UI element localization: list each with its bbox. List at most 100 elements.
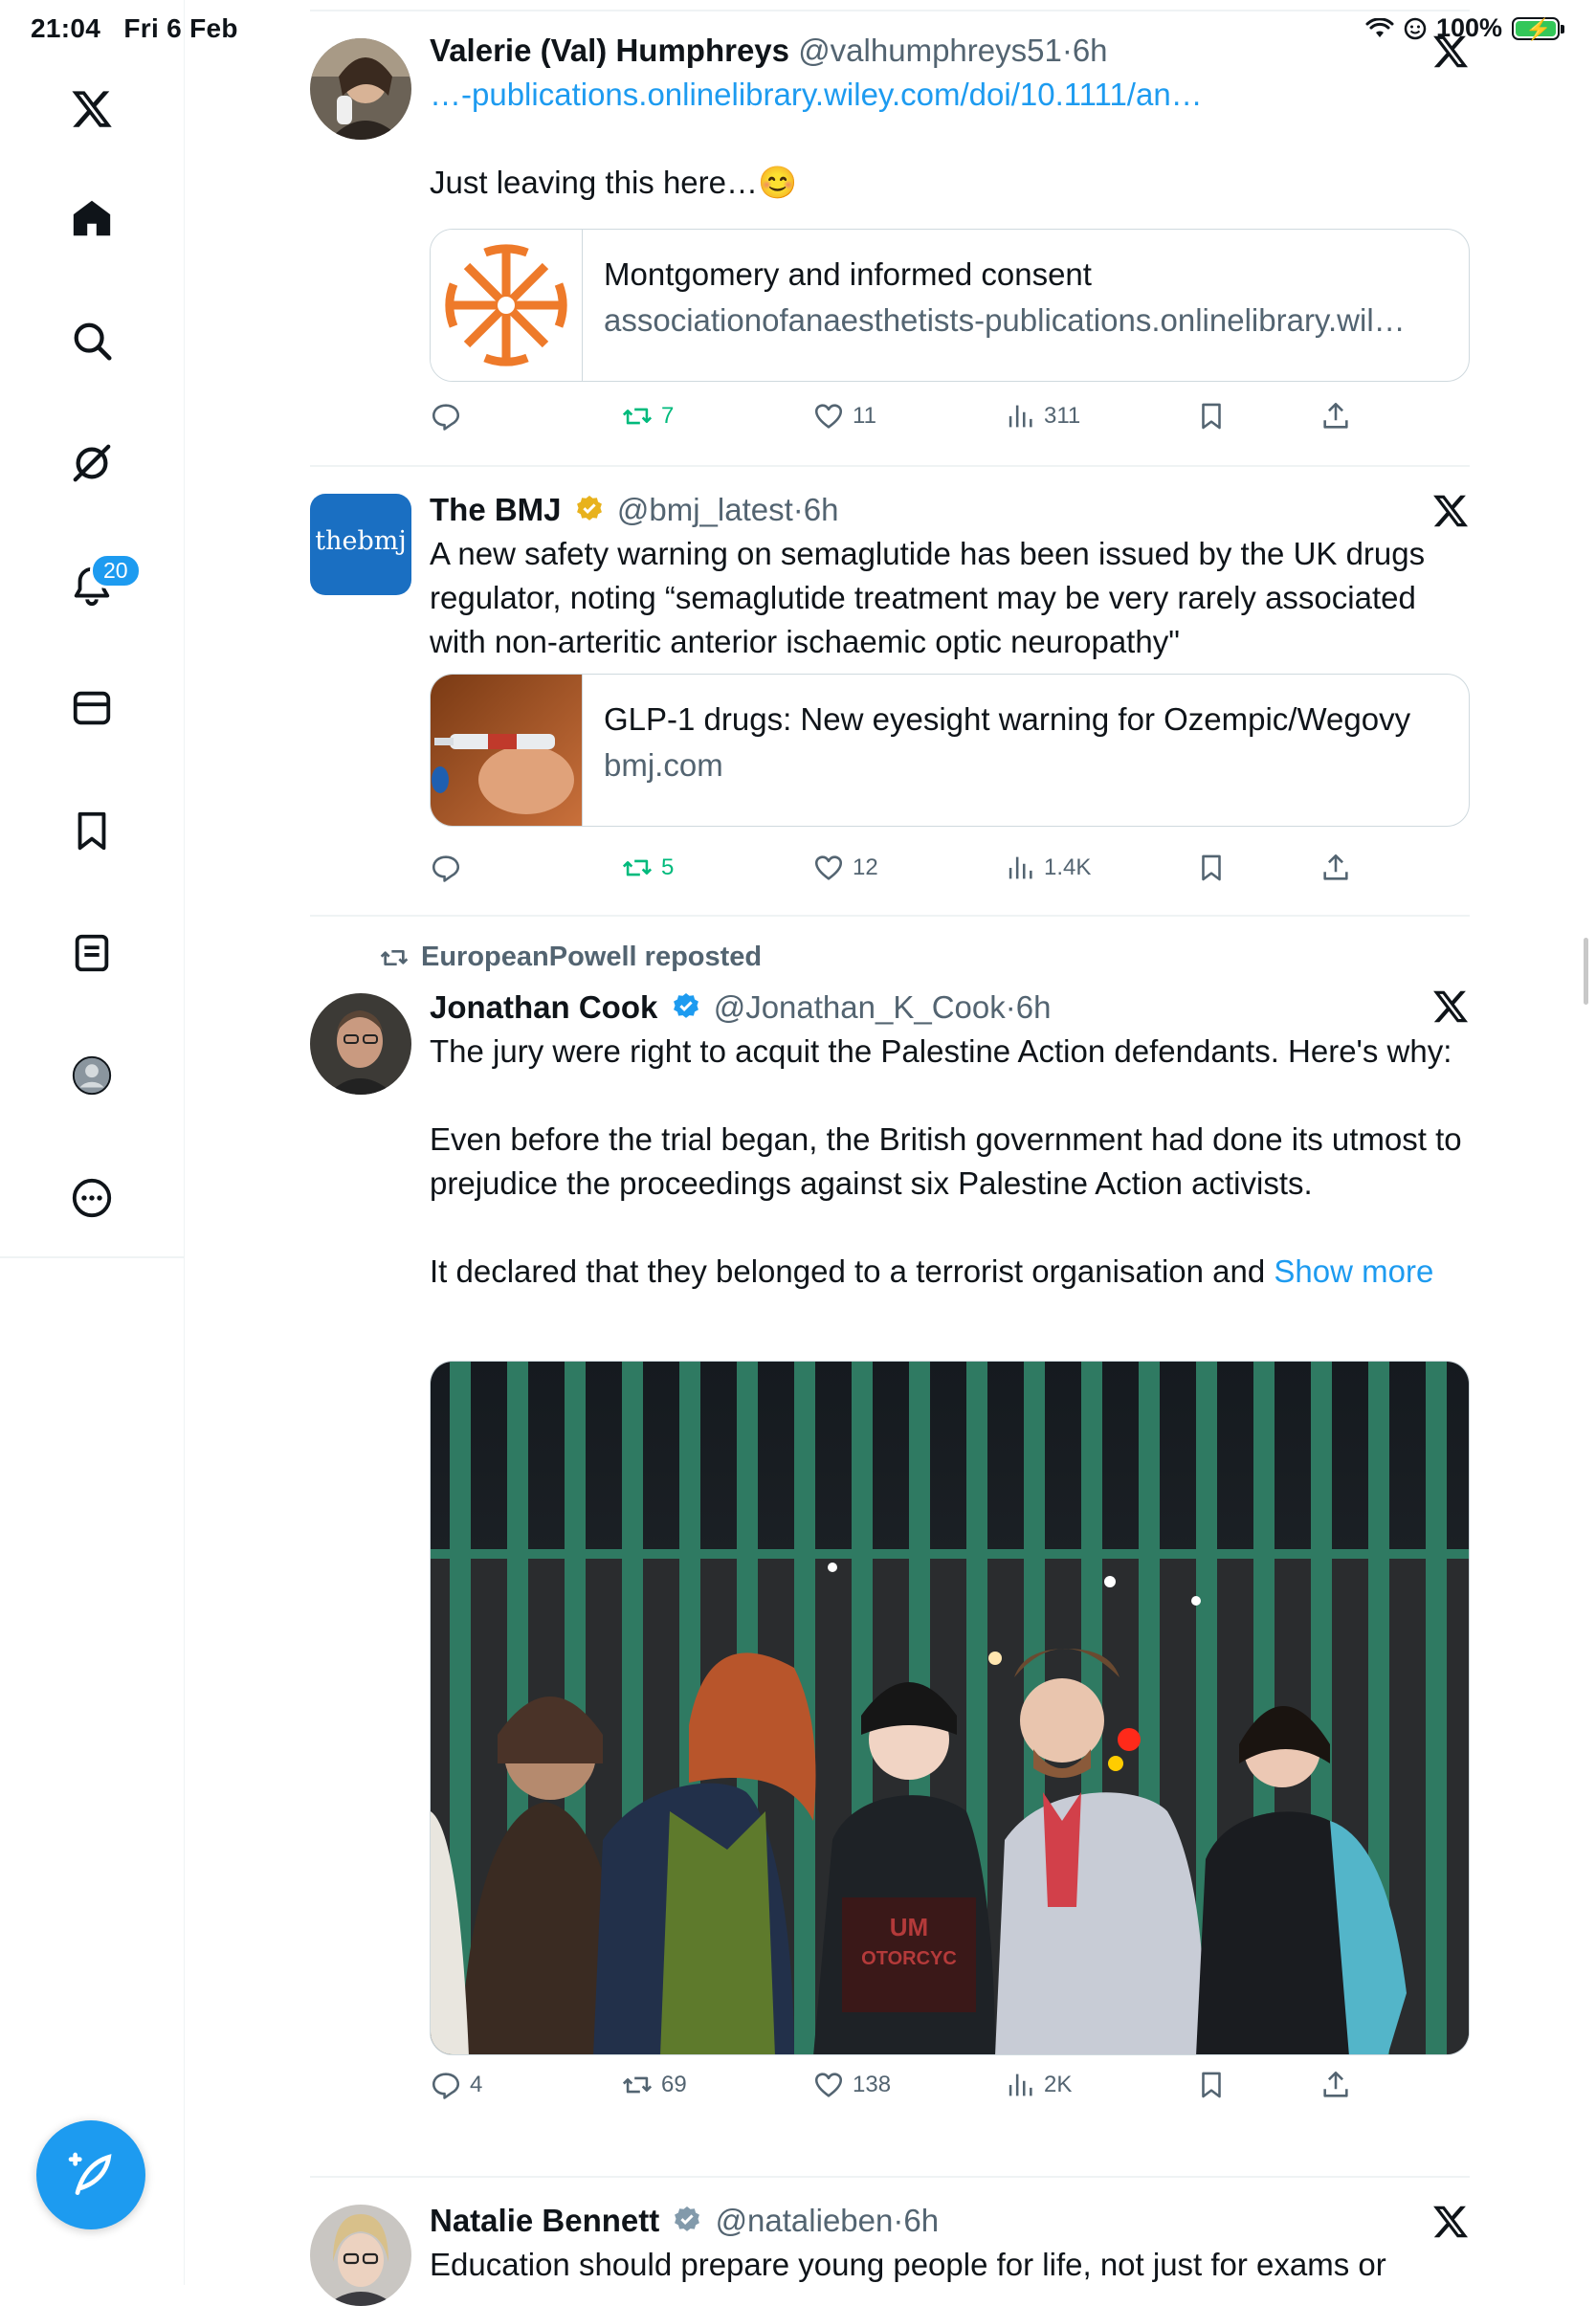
share-button[interactable] xyxy=(1319,400,1352,432)
bookmark-icon xyxy=(1202,2072,1221,2098)
bookmark-button[interactable] xyxy=(1195,852,1228,884)
heart-icon xyxy=(814,855,843,880)
grok-icon[interactable] xyxy=(63,434,121,492)
reply-icon xyxy=(432,855,460,882)
show-more-link[interactable]: Show more xyxy=(1274,1253,1433,1289)
tweet-divider xyxy=(310,10,1470,11)
card-title: Montgomery and informed consent xyxy=(604,256,1092,292)
reply-button[interactable] xyxy=(430,400,470,432)
views-button[interactable]: 1.4K xyxy=(1004,852,1091,884)
repost-context[interactable]: EuropeanPowell reposted xyxy=(379,942,762,973)
reply-icon xyxy=(432,2073,460,2099)
tweet-header: Jonathan Cook @Jonathan_K_Cook·6h xyxy=(430,989,1052,1025)
views-button[interactable]: 2K xyxy=(1004,2069,1072,2101)
card-title: GLP-1 drugs: New eyesight warning for Oz… xyxy=(604,701,1411,737)
views-icon xyxy=(1009,856,1032,879)
like-button[interactable]: 138 xyxy=(812,2069,891,2101)
share-button[interactable] xyxy=(1319,852,1352,884)
repost-icon xyxy=(622,408,653,425)
search-icon[interactable] xyxy=(63,312,121,369)
display-name[interactable]: The BMJ xyxy=(430,492,562,527)
x-icon[interactable] xyxy=(1431,33,1470,71)
tweet-actions: 4 69 138 2K xyxy=(430,2069,1470,2107)
x-icon[interactable] xyxy=(1431,492,1470,530)
sidebar-divider xyxy=(0,1256,184,1258)
reply-button[interactable]: 4 xyxy=(430,2069,482,2101)
profile-icon[interactable] xyxy=(63,1047,121,1104)
heart-icon xyxy=(814,2073,843,2097)
tweet-link[interactable]: …-publications.onlinelibrary.wiley.com/d… xyxy=(430,73,1470,117)
views-icon xyxy=(1009,405,1032,428)
card-domain: bmj.com xyxy=(604,747,723,783)
handle[interactable]: @valhumphreys51 xyxy=(798,33,1062,68)
x-icon[interactable] xyxy=(1431,2203,1470,2241)
bookmark-icon xyxy=(1202,854,1221,881)
tweet-text: Just leaving this here…😊 xyxy=(430,165,798,200)
timestamp[interactable]: 6h xyxy=(1073,33,1108,68)
home-icon[interactable] xyxy=(63,189,121,247)
card-thumbnail xyxy=(431,675,583,826)
battery-icon: ⚡ xyxy=(1512,16,1564,41)
compose-post-button[interactable] xyxy=(36,2120,145,2229)
tweet-header: The BMJ @bmj_latest·6h xyxy=(430,492,839,527)
shirt-text: UM xyxy=(890,1913,928,1941)
share-icon xyxy=(1323,402,1348,429)
display-name[interactable]: Jonathan Cook xyxy=(430,989,657,1025)
scrollbar[interactable] xyxy=(1584,938,1588,1005)
share-icon xyxy=(1323,854,1348,880)
display-name[interactable]: Valerie (Val) Humphreys xyxy=(430,33,789,68)
tweet-text: Education should prepare young people fo… xyxy=(430,2247,1386,2282)
more-icon[interactable] xyxy=(63,1169,121,1227)
timestamp[interactable]: 6h xyxy=(903,2203,939,2238)
x-icon[interactable] xyxy=(1431,987,1470,1026)
x-logo-icon[interactable] xyxy=(63,80,121,138)
lists-icon[interactable] xyxy=(63,924,121,982)
repost-button[interactable]: 7 xyxy=(621,400,674,432)
share-button[interactable] xyxy=(1319,2069,1352,2101)
repost-icon xyxy=(622,2076,653,2094)
avatar[interactable]: thebmj xyxy=(310,494,411,595)
link-card[interactable]: GLP-1 drugs: New eyesight warning for Oz… xyxy=(430,674,1470,827)
verified-gold-icon xyxy=(576,496,602,521)
timestamp[interactable]: 6h xyxy=(1016,989,1052,1025)
avatar[interactable] xyxy=(310,2205,411,2306)
card-domain: associationofanaesthetists-publications.… xyxy=(604,302,1406,338)
tweet-actions: 7 11 311 xyxy=(430,400,1470,438)
repost-button[interactable]: 5 xyxy=(621,852,674,884)
shirt-text: OTORCYC xyxy=(861,1948,957,1969)
tweet-text: A new safety warning on semaglutide has … xyxy=(430,536,1434,659)
tweet-divider xyxy=(310,2176,1470,2178)
like-button[interactable]: 12 xyxy=(812,852,878,884)
reply-icon xyxy=(432,404,460,431)
reply-button[interactable] xyxy=(430,852,470,884)
share-icon xyxy=(1323,2071,1348,2097)
avatar[interactable] xyxy=(310,38,411,140)
tweet-image[interactable]: UM OTORCYC xyxy=(430,1361,1470,2055)
verified-grey-icon xyxy=(675,2206,700,2231)
display-name[interactable]: Natalie Bennett xyxy=(430,2203,659,2238)
handle[interactable]: @bmj_latest xyxy=(617,492,793,527)
link-card[interactable]: Montgomery and informed consent associat… xyxy=(430,229,1470,382)
tweet-divider xyxy=(310,915,1470,917)
tweet-header: Natalie Bennett @natalieben·6h xyxy=(430,2203,940,2238)
avatar[interactable] xyxy=(310,993,411,1095)
views-button[interactable]: 311 xyxy=(1004,400,1080,432)
verified-blue-icon xyxy=(673,993,698,1018)
tweet-header: Valerie (Val) Humphreys @valhumphreys51·… xyxy=(430,33,1108,68)
like-button[interactable]: 11 xyxy=(812,400,876,432)
notifications-badge: 20 xyxy=(90,553,142,588)
heart-icon xyxy=(814,404,843,429)
bookmarks-icon[interactable] xyxy=(63,802,121,859)
bookmark-button[interactable] xyxy=(1195,400,1228,432)
repost-button[interactable]: 69 xyxy=(621,2069,687,2101)
tweet-divider xyxy=(310,465,1470,467)
handle[interactable]: @Jonathan_K_Cook xyxy=(714,989,1006,1025)
compose-post-icon xyxy=(68,2152,112,2195)
tweet-actions: 5 12 1.4K xyxy=(430,852,1470,890)
repost-icon xyxy=(380,949,409,965)
timestamp[interactable]: 6h xyxy=(804,492,839,527)
handle[interactable]: @natalieben xyxy=(716,2203,894,2238)
messages-icon[interactable] xyxy=(63,679,121,737)
sidebar: 20 xyxy=(0,0,185,2285)
bookmark-button[interactable] xyxy=(1195,2069,1228,2101)
